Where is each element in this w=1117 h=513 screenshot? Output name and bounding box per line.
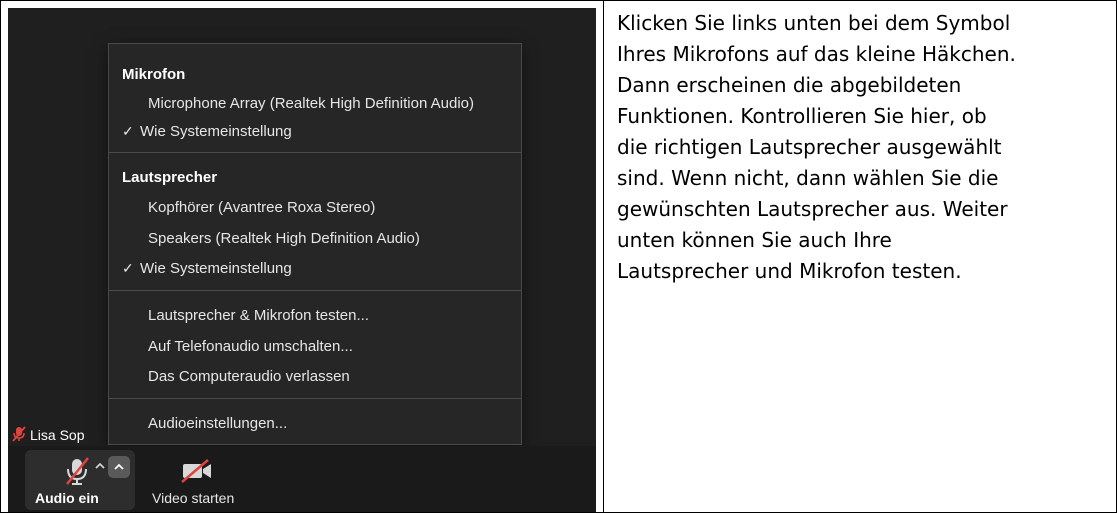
check-icon: ✓ [122, 123, 134, 139]
chevron-up-icon[interactable] [93, 460, 107, 472]
menu-item-test-speaker-mic[interactable]: Lautsprecher & Mikrofon testen... [148, 307, 369, 324]
chevron-up-icon [114, 463, 124, 470]
audio-button-label: Audio ein [35, 490, 99, 506]
menu-item-microphone-array[interactable]: Microphone Array (Realtek High Definitio… [148, 95, 474, 112]
audio-options-caret-button[interactable] [108, 456, 130, 478]
menu-item-microphone-system-default[interactable]: Wie Systemeinstellung [140, 123, 292, 140]
menu-divider [109, 152, 521, 153]
instruction-line: Dann erscheinen die abgebildeten [617, 73, 962, 97]
participant-name: Lisa Sop [30, 427, 85, 443]
participant-name-tag: Lisa Sop [8, 424, 108, 446]
instruction-line: gewünschten Lautsprecher aus. Weiter [617, 197, 1008, 221]
microphone-section-title: Mikrofon [122, 66, 186, 83]
instruction-line: Ihres Mikrofons auf das kleine Häkchen. [617, 42, 1016, 66]
mic-muted-icon [66, 457, 89, 485]
menu-item-audio-settings[interactable]: Audioeinstellungen... [148, 415, 287, 432]
video-button[interactable]: Video starten [148, 450, 258, 510]
mic-muted-icon [12, 426, 26, 442]
zoom-screenshot: Mikrofon Microphone Array (Realtek High … [8, 8, 596, 512]
menu-item-headphones[interactable]: Kopfhörer (Avantree Roxa Stereo) [148, 199, 375, 216]
menu-item-leave-computer-audio[interactable]: Das Computeraudio verlassen [148, 368, 350, 385]
audio-options-menu: Mikrofon Microphone Array (Realtek High … [108, 43, 522, 445]
menu-item-speaker-system-default[interactable]: Wie Systemeinstellung [140, 260, 292, 277]
instruction-line: Klicken Sie links unten bei dem Symbol [617, 11, 1011, 35]
instruction-line: die richtigen Lautsprecher ausgewählt [617, 135, 1002, 159]
menu-item-switch-phone-audio[interactable]: Auf Telefonaudio umschalten... [148, 338, 353, 355]
table-column-divider [603, 0, 604, 513]
instruction-line: Lautsprecher und Mikrofon testen. [617, 259, 962, 283]
instruction-line: Funktionen. Kontrollieren Sie hier, ob [617, 104, 987, 128]
menu-item-speakers-realtek[interactable]: Speakers (Realtek High Definition Audio) [148, 230, 420, 247]
video-button-label: Video starten [152, 490, 235, 506]
video-off-icon [181, 459, 211, 483]
menu-divider [109, 290, 521, 291]
speaker-section-title: Lautsprecher [122, 169, 218, 186]
menu-divider [109, 398, 521, 399]
instruction-text: Klicken Sie links unten bei dem Symbol I… [617, 8, 1107, 287]
check-icon: ✓ [122, 260, 134, 276]
instruction-line: unten können Sie auch Ihre [617, 228, 892, 252]
instruction-line: sind. Wenn nicht, dann wählen Sie die [617, 166, 999, 190]
meeting-toolbar: Audio ein Video starten [8, 446, 596, 512]
